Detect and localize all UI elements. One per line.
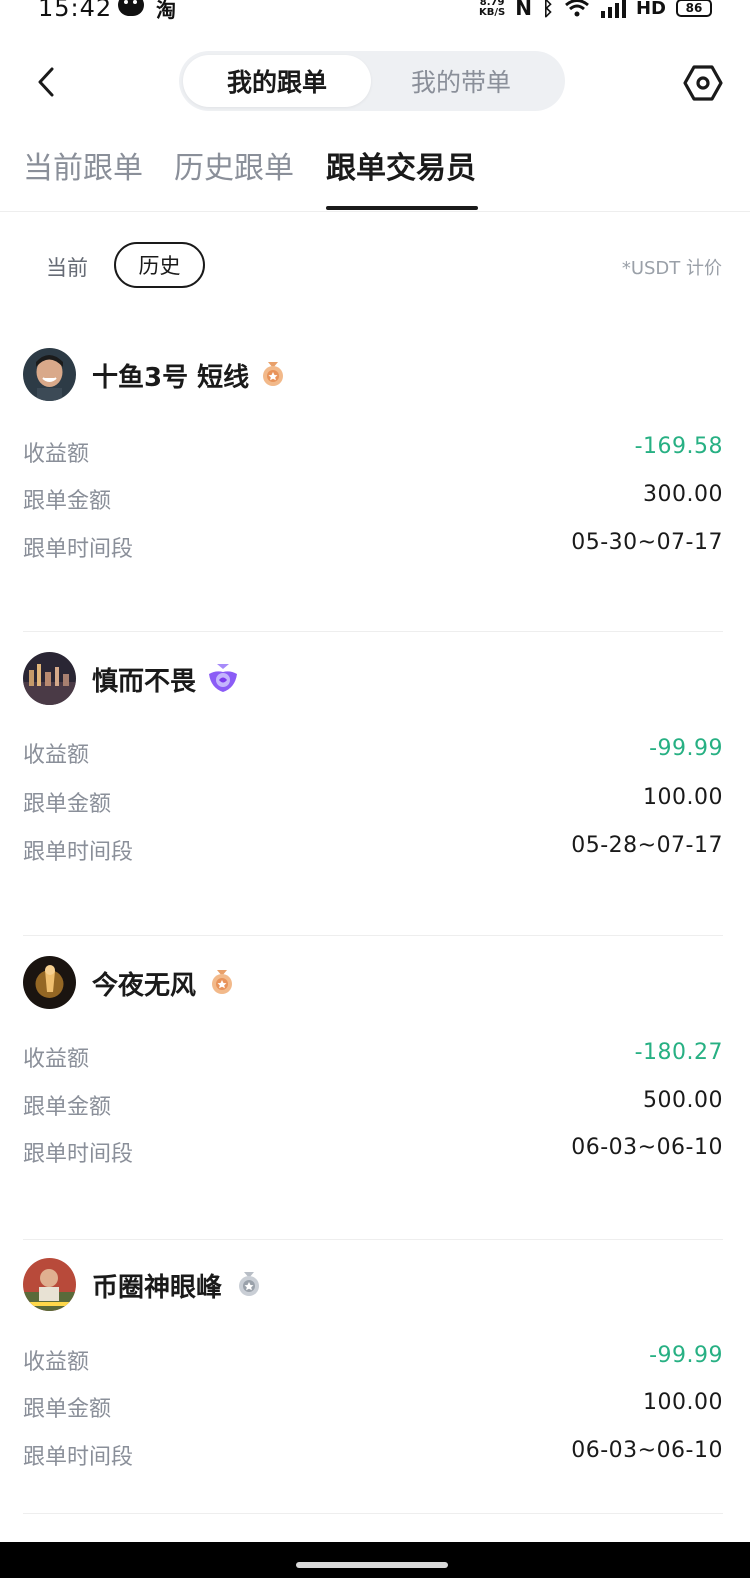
- nfc-icon: N: [515, 0, 532, 20]
- tab-follow-traders[interactable]: 跟单交易员: [326, 143, 476, 187]
- taobao-icon: 淘: [156, 0, 176, 22]
- trader-name: 慎而不畏: [92, 667, 197, 697]
- trader-card[interactable]: 慎而不畏 收益额 -99.99 跟单金额 100.00 跟单时间段 05-28~…: [23, 632, 723, 936]
- unit-note: *USDT 计价: [621, 258, 722, 279]
- net-speed-unit: KB/S: [479, 7, 506, 18]
- amount-label: 跟单金额: [23, 792, 112, 817]
- profit-value: -99.99: [649, 1343, 723, 1368]
- amount-value: 100.00: [643, 785, 723, 810]
- filter-history[interactable]: 历史: [114, 242, 205, 288]
- tab-active-indicator: [326, 206, 478, 210]
- avatar: [23, 348, 76, 401]
- bluetooth-icon: ᛒ: [541, 0, 554, 20]
- amount-label: 跟单金额: [23, 1397, 112, 1422]
- period-label: 跟单时间段: [23, 537, 134, 562]
- amount-label: 跟单金额: [23, 489, 112, 514]
- period-value: 05-28~07-17: [571, 833, 723, 858]
- hd-label: HD: [635, 0, 666, 19]
- profit-label: 收益额: [23, 442, 90, 467]
- profit-value: -169.58: [634, 434, 723, 459]
- profit-label: 收益额: [23, 1350, 90, 1375]
- main-tabs: 当前跟单 历史跟单 跟单交易员: [0, 135, 750, 212]
- amount-label: 跟单金额: [23, 1095, 112, 1120]
- status-icons: 8.79 KB/S N ᛒ HD 86: [479, 0, 712, 20]
- settings-button[interactable]: [682, 62, 724, 104]
- avatar: [23, 956, 76, 1009]
- wifi-icon: [565, 0, 589, 17]
- period-value: 06-03~06-10: [571, 1135, 723, 1160]
- profit-label: 收益额: [23, 743, 90, 768]
- profit-value: -99.99: [649, 736, 723, 761]
- status-bar: 15:42 淘 8.79 KB/S N ᛒ HD 86: [0, 0, 750, 28]
- status-time: 15:42: [38, 0, 113, 22]
- period-label: 跟单时间段: [23, 1445, 134, 1470]
- net-speed: 8.79 KB/S: [479, 0, 505, 18]
- purple-medal-icon: [209, 664, 237, 692]
- system-nav-bar: [0, 1542, 750, 1578]
- back-button[interactable]: [26, 60, 66, 104]
- avatar: [23, 1258, 76, 1311]
- trader-card[interactable]: 十鱼3号 短线 收益额 -169.58 跟单金额 300.00 跟单时间段 05…: [23, 328, 723, 632]
- trader-name: 十鱼3号 短线: [92, 363, 250, 393]
- trader-name: 今夜无风: [92, 971, 197, 1001]
- home-indicator[interactable]: [296, 1562, 448, 1568]
- period-label: 跟单时间段: [23, 840, 134, 865]
- tab-history-follow[interactable]: 历史跟单: [174, 143, 294, 187]
- mode-segmented-control: 我的跟单 我的带单: [179, 51, 565, 111]
- battery-icon: 86: [676, 0, 712, 17]
- bronze-medal-icon: [263, 362, 283, 386]
- amount-value: 100.00: [643, 1390, 723, 1415]
- profit-label: 收益额: [23, 1047, 90, 1072]
- period-value: 06-03~06-10: [571, 1438, 723, 1463]
- segment-my-lead[interactable]: 我的带单: [367, 55, 555, 107]
- bronze-medal-icon: [212, 970, 232, 994]
- wechat-icon: [118, 0, 144, 16]
- segment-my-follow[interactable]: 我的跟单: [183, 55, 371, 107]
- amount-value: 300.00: [643, 482, 723, 507]
- silver-medal-icon: [239, 1272, 259, 1296]
- signal-icon: [600, 0, 626, 18]
- profit-value: -180.27: [634, 1040, 723, 1065]
- filter-current[interactable]: 当前: [46, 252, 88, 282]
- period-value: 05-30~07-17: [571, 530, 723, 555]
- chevron-left-icon: [38, 67, 54, 97]
- hexagon-settings-icon: [683, 65, 723, 101]
- trader-card[interactable]: 今夜无风 收益额 -180.27 跟单金额 500.00 跟单时间段 06-03…: [23, 936, 723, 1240]
- period-label: 跟单时间段: [23, 1142, 134, 1167]
- trader-card[interactable]: 币圈神眼峰 收益额 -99.99 跟单金额 100.00 跟单时间段 06-03…: [23, 1238, 723, 1514]
- avatar: [23, 652, 76, 705]
- amount-value: 500.00: [643, 1088, 723, 1113]
- trader-name: 币圈神眼峰: [92, 1273, 223, 1303]
- tab-current-follow[interactable]: 当前跟单: [23, 143, 143, 187]
